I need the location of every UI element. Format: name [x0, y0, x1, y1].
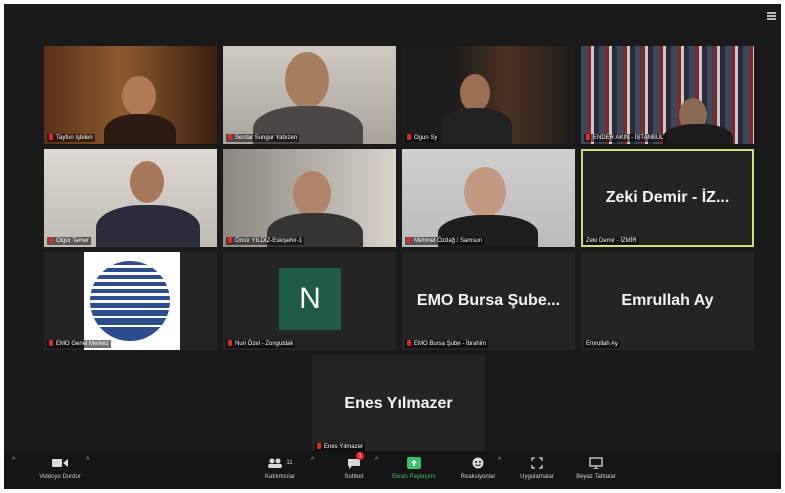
name-tag: Olgür Tamer	[47, 237, 91, 245]
participant-tile[interactable]: Ömür YILDIZ-Eskişehir-1	[223, 149, 396, 247]
participant-tile[interactable]: EMO Genel Merkez	[44, 252, 217, 350]
person-body	[104, 114, 176, 144]
participant-display-name: EMO Bursa Şube...	[416, 292, 561, 309]
participant-display-name: Emrullah Ay	[621, 292, 714, 309]
video-feed	[223, 149, 396, 247]
meeting-toolbar: ^ Videoyu Durdur ^ 11 Katılımcılar ^ 1 S…	[4, 451, 781, 489]
name-tag: Serdar Sungur Yabızen	[226, 134, 300, 142]
menu-icon[interactable]	[767, 12, 776, 21]
participant-tile[interactable]: N Nuri Özel - Zonguldak	[223, 252, 396, 350]
participant-tile[interactable]: Ogun Sy	[402, 46, 575, 144]
apps-button[interactable]: Uygulamalar	[512, 455, 562, 480]
mic-muted-icon	[49, 340, 53, 346]
video-feed	[581, 46, 754, 144]
share-screen-button[interactable]: Ekran Paylaşımı	[388, 455, 440, 480]
stop-video-button[interactable]: Videoyu Durdur	[30, 455, 90, 480]
name-tag: Emrullah Ay	[584, 340, 620, 348]
participant-tile-active-speaker[interactable]: Zeki Demir - İZ... Zeki Demir - İZMİR	[581, 149, 754, 247]
participant-tile[interactable]: Tayfun Işbilen	[44, 46, 217, 144]
participants-count: 11	[286, 460, 293, 466]
emo-logo-graphic	[90, 261, 170, 341]
meeting-window: Tayfun Işbilen Serdar Sungur Yabızen Ogu…	[4, 4, 781, 489]
chat-button[interactable]: 1 Sohbet	[334, 452, 374, 480]
chat-badge: 1	[356, 452, 364, 460]
mic-muted-icon	[407, 134, 411, 140]
participants-icon: 11	[252, 455, 308, 471]
participant-display-name: Enes Yılmazer	[344, 395, 453, 412]
video-feed	[223, 46, 396, 144]
smiley-icon	[456, 455, 500, 471]
mic-muted-icon	[228, 237, 232, 243]
name-tag: ENDER AKIN - İSTANBUL	[584, 134, 666, 142]
person-head	[130, 161, 164, 203]
participant-tile[interactable]: EMO Bursa Şube... EMO Bursa Şube - İbrah…	[402, 252, 575, 350]
name-tag: Nuri Özel - Zonguldak	[226, 340, 296, 348]
person-head	[122, 76, 156, 116]
mic-muted-icon	[407, 237, 411, 243]
name-tag: Mehmet Özdağ / Samsun	[405, 237, 485, 245]
name-tag: EMO Genel Merkez	[47, 340, 111, 348]
chat-icon: 1	[334, 452, 374, 471]
video-camera-icon	[30, 455, 90, 471]
mic-muted-icon	[49, 237, 53, 243]
name-tag: Ömür YILDIZ-Eskişehir-1	[226, 237, 304, 245]
video-feed	[402, 149, 575, 247]
participant-tile[interactable]: Enes Yılmazer Enes Yılmazer	[312, 355, 485, 453]
reactions-options-caret[interactable]: ^	[498, 457, 501, 464]
share-screen-icon	[388, 455, 440, 471]
video-feed	[44, 149, 217, 247]
caret-up-icon[interactable]: ^	[12, 457, 15, 464]
name-tag: Tayfun Işbilen	[47, 134, 95, 142]
person-head	[464, 167, 506, 217]
video-options-caret[interactable]: ^	[86, 457, 89, 464]
whiteboard-icon	[570, 455, 622, 471]
name-tag: Ogun Sy	[405, 134, 440, 142]
person-body	[96, 205, 200, 247]
person-head	[285, 52, 329, 108]
participant-tile[interactable]: ENDER AKIN - İSTANBUL	[581, 46, 754, 144]
whiteboard-button[interactable]: Beyaz Tahtalar	[570, 455, 622, 480]
video-feed	[402, 46, 575, 144]
emo-logo	[84, 252, 180, 350]
mic-muted-icon	[49, 134, 53, 140]
person-head	[293, 171, 331, 217]
mic-muted-icon	[228, 134, 232, 140]
reactions-button[interactable]: Reaksiyonlar	[456, 455, 500, 480]
participant-tile[interactable]: Serdar Sungur Yabızen	[223, 46, 396, 144]
mic-muted-icon	[586, 134, 590, 140]
participants-button[interactable]: 11 Katılımcılar	[252, 455, 308, 480]
apps-icon	[512, 455, 562, 471]
name-tag: EMO Bursa Şube - İbrahim	[405, 340, 489, 348]
name-tag: Enes Yılmazer	[315, 443, 365, 451]
chat-options-caret[interactable]: ^	[375, 457, 378, 464]
person-head	[460, 74, 490, 112]
person-body	[442, 108, 512, 144]
person-body	[663, 124, 733, 144]
mic-muted-icon	[407, 340, 411, 346]
mic-muted-icon	[317, 443, 321, 449]
participant-tile[interactable]: Olgür Tamer	[44, 149, 217, 247]
participants-options-caret[interactable]: ^	[311, 457, 314, 464]
participant-tile[interactable]: Emrullah Ay Emrullah Ay	[581, 252, 754, 350]
mic-muted-icon	[228, 340, 232, 346]
avatar: N	[279, 268, 341, 330]
name-tag: Zeki Demir - İZMİR	[584, 237, 639, 245]
participant-display-name: Zeki Demir - İZ...	[605, 189, 730, 206]
participant-tile[interactable]: Mehmet Özdağ / Samsun	[402, 149, 575, 247]
video-feed	[44, 46, 217, 144]
